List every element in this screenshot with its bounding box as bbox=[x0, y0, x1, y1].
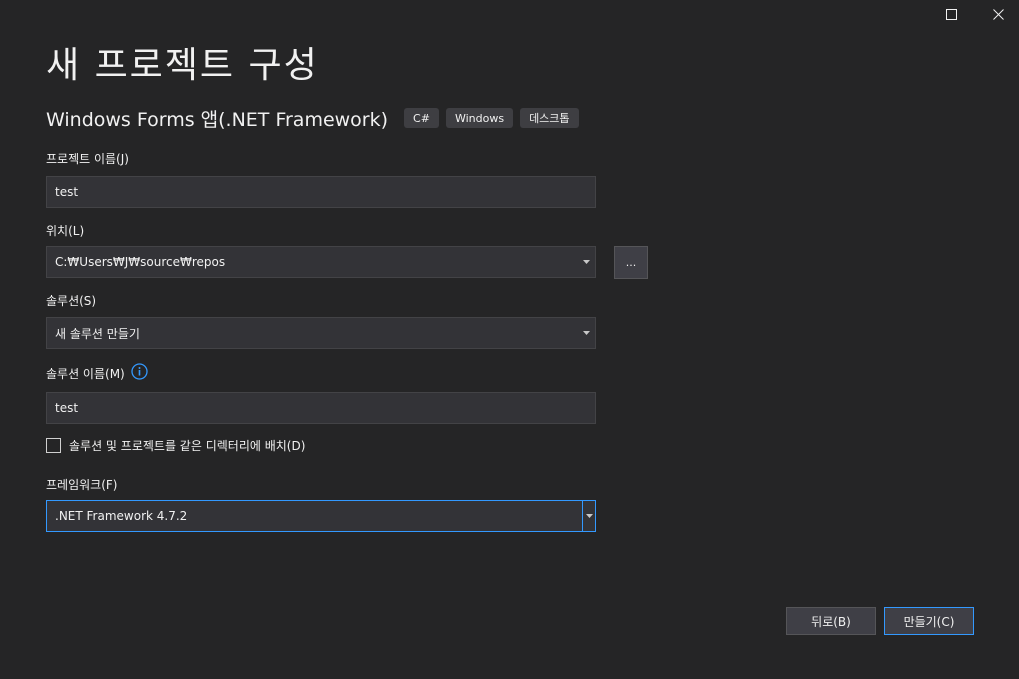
maximize-icon bbox=[945, 8, 957, 20]
back-button[interactable]: 뒤로(B) bbox=[786, 607, 876, 635]
same-directory-label[interactable]: 솔루션 및 프로젝트를 같은 디렉터리에 배치(D) bbox=[69, 437, 305, 454]
project-name-input[interactable]: test bbox=[46, 176, 596, 208]
solution-dropdown[interactable]: 새 솔루션 만들기 bbox=[46, 317, 596, 349]
location-value: C:₩Users₩J₩source₩repos bbox=[55, 255, 226, 269]
same-directory-option[interactable]: 솔루션 및 프로젝트를 같은 디렉터리에 배치(D) bbox=[46, 437, 305, 454]
location-label: 위치(L) bbox=[46, 224, 85, 238]
same-directory-checkbox[interactable] bbox=[46, 438, 61, 453]
browse-button[interactable]: ... bbox=[614, 246, 648, 279]
chevron-down-icon[interactable] bbox=[579, 318, 593, 348]
framework-value: .NET Framework 4.7.2 bbox=[55, 509, 188, 523]
solution-name-value: test bbox=[55, 401, 79, 415]
project-name-value: test bbox=[55, 185, 79, 199]
template-info: Windows Forms 앱(.NET Framework) C# Windo… bbox=[46, 106, 586, 131]
location-combobox[interactable]: C:₩Users₩J₩source₩repos bbox=[46, 246, 596, 278]
solution-value: 새 솔루션 만들기 bbox=[55, 326, 140, 341]
close-button[interactable] bbox=[975, 0, 1019, 28]
configure-project-dialog: 새 프로젝트 구성 Windows Forms 앱(.NET Framework… bbox=[0, 0, 1019, 679]
create-button[interactable]: 만들기(C) bbox=[884, 607, 974, 635]
maximize-button[interactable] bbox=[928, 0, 974, 28]
solution-name-label-row: 솔루션 이름(M) bbox=[46, 363, 148, 383]
framework-dropdown[interactable]: .NET Framework 4.7.2 bbox=[46, 500, 596, 532]
chevron-down-icon[interactable] bbox=[579, 247, 593, 277]
tag-platform: Windows bbox=[445, 108, 514, 128]
page-title: 새 프로젝트 구성 bbox=[46, 45, 319, 86]
template-name: Windows Forms 앱(.NET Framework) bbox=[46, 108, 389, 131]
framework-label: 프레임워크(F) bbox=[46, 478, 118, 492]
info-icon[interactable] bbox=[131, 363, 148, 383]
close-icon bbox=[992, 8, 1004, 20]
project-name-label: 프로젝트 이름(J) bbox=[46, 152, 129, 166]
tag-language: C# bbox=[404, 108, 439, 128]
solution-name-label: 솔루션 이름(M) bbox=[46, 366, 125, 381]
solution-label: 솔루션(S) bbox=[46, 294, 97, 308]
solution-name-input[interactable]: test bbox=[46, 392, 596, 424]
chevron-down-icon[interactable] bbox=[582, 501, 595, 531]
tag-project-type: 데스크톱 bbox=[520, 108, 579, 128]
